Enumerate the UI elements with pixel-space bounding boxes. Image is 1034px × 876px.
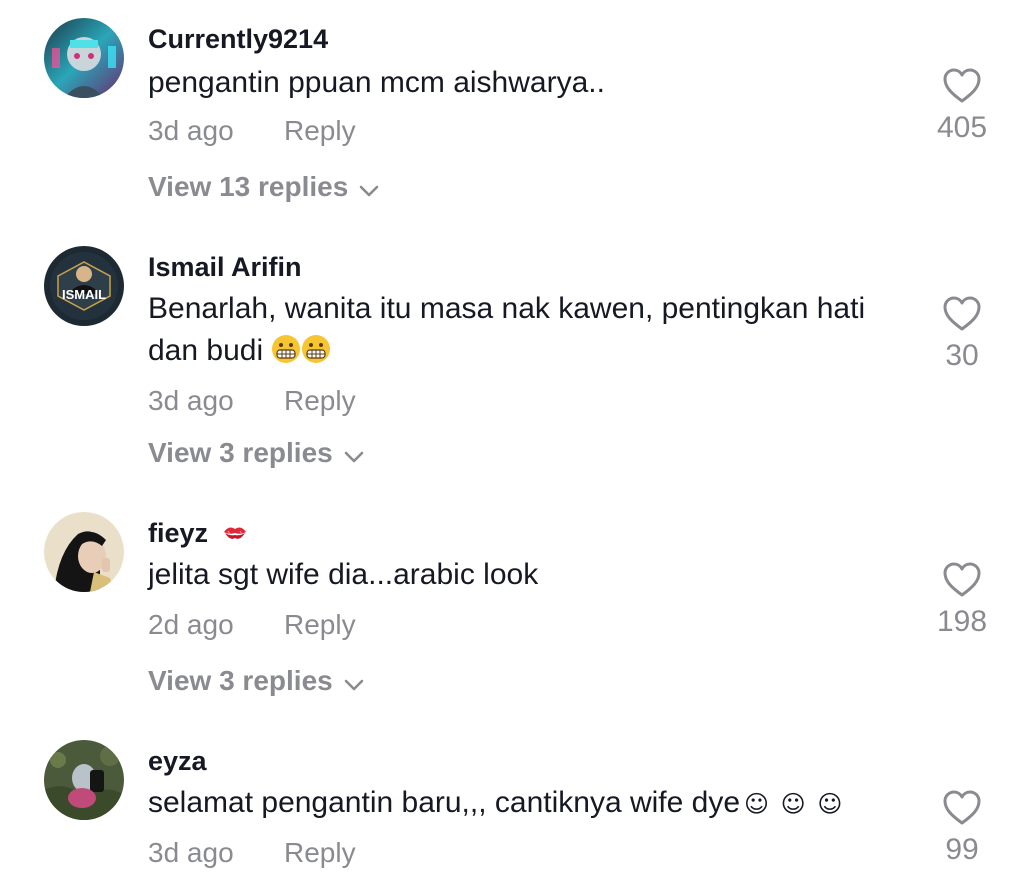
comment-text-body: selamat pengantin baru,,, cantiknya wife… xyxy=(148,786,741,819)
like-control: 30 xyxy=(912,296,1012,374)
comment-time: 2d ago xyxy=(148,609,234,640)
comment-meta: 3d ago Reply xyxy=(148,114,356,148)
grimacing-face-icon xyxy=(271,334,301,376)
comment-meta: 3d ago Reply xyxy=(148,384,356,418)
chevron-down-icon xyxy=(343,438,365,472)
comment-username-text: fieyz xyxy=(148,518,209,548)
comment-time: 3d ago xyxy=(148,385,234,416)
reply-button[interactable]: Reply xyxy=(284,384,356,418)
view-replies-label: View 13 replies xyxy=(148,171,349,202)
avatar[interactable] xyxy=(44,740,124,820)
avatar[interactable]: ISMAIL xyxy=(44,246,124,326)
like-count: 30 xyxy=(945,339,979,372)
comment-text-body: Benarlah, wanita itu masa nak kawen, pen… xyxy=(148,292,866,367)
heart-outline-icon[interactable] xyxy=(943,562,981,598)
like-control: 99 xyxy=(912,790,1012,868)
comment-time: 3d ago xyxy=(148,115,234,146)
reply-button[interactable]: Reply xyxy=(284,114,356,148)
like-control: 198 xyxy=(912,562,1012,640)
avatar-image xyxy=(44,18,124,98)
comment-meta: 3d ago Reply xyxy=(148,836,356,870)
grimacing-face-icon xyxy=(301,334,331,376)
view-replies-button[interactable]: View 3 replies xyxy=(148,436,365,472)
view-replies-button[interactable]: View 3 replies xyxy=(148,664,365,700)
comment-text: pengantin ppuan mcm aishwarya.. xyxy=(148,66,605,99)
comment-username[interactable]: Ismail Arifin xyxy=(148,250,302,284)
comment-username[interactable]: Currently9214 xyxy=(148,22,328,56)
view-replies-label: View 3 replies xyxy=(148,665,333,696)
comment-time: 3d ago xyxy=(148,837,234,868)
comment-text: jelita sgt wife dia...arabic look xyxy=(148,558,539,591)
chevron-down-icon xyxy=(343,666,365,700)
avatar[interactable] xyxy=(44,18,124,98)
chevron-down-icon xyxy=(358,172,380,206)
like-count: 99 xyxy=(945,833,979,866)
reply-button[interactable]: Reply xyxy=(284,836,356,870)
reply-button[interactable]: Reply xyxy=(284,608,356,642)
avatar-image: ISMAIL xyxy=(44,246,124,326)
view-replies-label: View 3 replies xyxy=(148,437,333,468)
like-control: 405 xyxy=(912,68,1012,146)
heart-outline-icon[interactable] xyxy=(943,296,981,332)
avatar-image xyxy=(44,740,124,820)
comment-username[interactable]: eyza xyxy=(148,744,207,778)
heart-outline-icon[interactable] xyxy=(943,68,981,104)
comment-text: Benarlah, wanita itu masa nak kawen, pen… xyxy=(148,288,908,376)
comment-meta: 2d ago Reply xyxy=(148,608,356,642)
comment-username[interactable]: fieyz xyxy=(148,516,248,552)
smiley-emoji-text: ☺ ☺ ☺ xyxy=(744,790,845,818)
like-count: 198 xyxy=(936,605,988,638)
kiss-mark-icon xyxy=(222,518,248,552)
avatar-image xyxy=(44,512,124,592)
view-replies-button[interactable]: View 13 replies xyxy=(148,170,380,206)
heart-outline-icon[interactable] xyxy=(943,790,981,826)
avatar[interactable] xyxy=(44,512,124,592)
comment-text: selamat pengantin baru,,, cantiknya wife… xyxy=(148,782,928,825)
avatar-logo-text: ISMAIL xyxy=(62,287,106,302)
like-count: 405 xyxy=(936,111,988,144)
